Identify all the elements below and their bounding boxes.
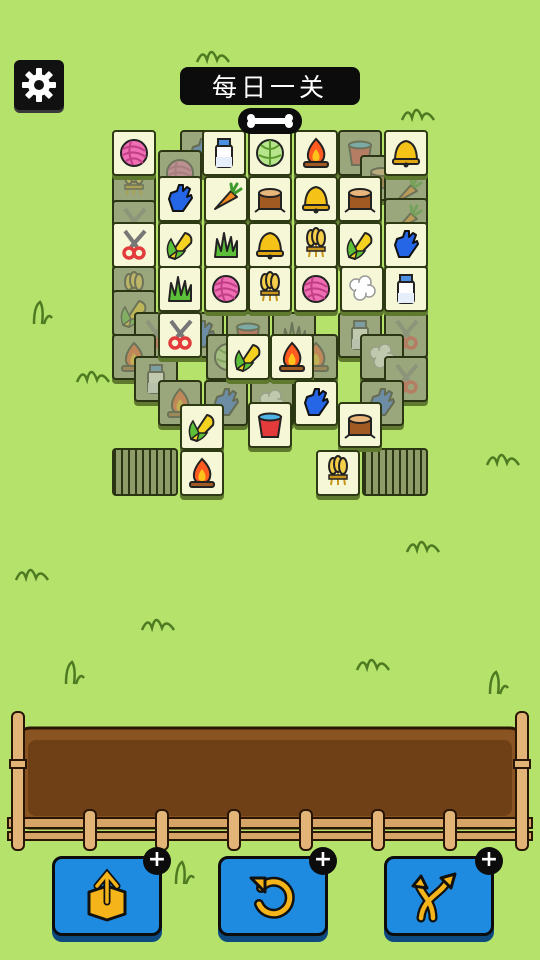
add-move-out-button[interactable]: + <box>143 847 171 875</box>
tile-bell[interactable] <box>294 176 338 222</box>
shears-icon <box>122 229 147 260</box>
wheat-icon <box>260 271 280 302</box>
move-out-button[interactable]: + <box>52 847 171 936</box>
stump-icon <box>344 414 376 439</box>
wheat-icon <box>328 455 348 486</box>
shuffle-button[interactable]: + <box>384 847 503 936</box>
tile-yarn[interactable] <box>204 266 248 312</box>
carrot-icon <box>214 182 243 210</box>
grass-decoration <box>140 618 176 632</box>
corn-icon <box>346 232 373 261</box>
tile-carrot[interactable] <box>204 176 248 222</box>
grass-decoration <box>64 660 86 685</box>
tile-milk[interactable] <box>202 130 246 176</box>
bucket-icon <box>257 412 283 438</box>
glove-icon <box>168 184 193 212</box>
grass-decoration <box>14 568 50 582</box>
add-shuffle-button[interactable]: + <box>475 847 503 875</box>
tile-wheat[interactable] <box>316 450 360 496</box>
shears-icon <box>168 319 193 350</box>
tile-corn[interactable] <box>180 404 224 450</box>
wool-icon <box>349 275 376 301</box>
wheat-icon <box>306 227 326 258</box>
grass-decoration <box>405 540 441 554</box>
campfire-icon <box>303 137 329 168</box>
stump-icon <box>344 188 376 213</box>
tile-yarn[interactable] <box>112 130 156 176</box>
grass-decoration <box>174 860 196 885</box>
right-tile-stack <box>362 448 428 496</box>
tile-stump[interactable] <box>338 176 382 222</box>
undo-button[interactable]: + <box>218 847 337 936</box>
left-tile-stack <box>112 448 178 496</box>
tile-bucket[interactable] <box>248 402 292 448</box>
milk-icon <box>397 274 415 304</box>
grass-icon <box>214 232 238 258</box>
yarn-icon <box>120 139 148 167</box>
bone-icon <box>247 114 293 128</box>
corn-icon <box>234 344 261 373</box>
tile-bell[interactable] <box>248 222 292 268</box>
fence <box>7 711 533 851</box>
grass-decoration <box>355 658 391 672</box>
tile-board <box>0 0 540 520</box>
shuffle-icon <box>411 872 457 923</box>
tile-cabbage[interactable] <box>248 130 292 176</box>
glove-icon <box>304 388 329 416</box>
cabbage-icon <box>256 139 284 167</box>
milk-icon <box>215 138 233 168</box>
tile-campfire[interactable] <box>270 334 314 380</box>
undo-icon <box>249 876 295 919</box>
stump-icon <box>254 188 286 213</box>
bell-icon <box>256 231 284 260</box>
tile-glove[interactable] <box>384 222 428 268</box>
box-out-icon <box>87 868 127 922</box>
progress-indicator <box>238 108 302 134</box>
tile-tray <box>0 700 540 860</box>
tile-wheat[interactable] <box>248 266 292 312</box>
tile-corn[interactable] <box>226 334 270 380</box>
tile-stump[interactable] <box>338 402 382 448</box>
bell-icon <box>302 185 330 214</box>
tile-wool[interactable] <box>340 266 384 312</box>
tile-shears[interactable] <box>158 312 202 358</box>
glove-icon <box>394 230 419 258</box>
campfire-icon <box>279 341 305 372</box>
tile-shears[interactable] <box>112 222 156 268</box>
bell-icon <box>392 139 420 168</box>
tile-grass[interactable] <box>158 266 202 312</box>
tile-milk[interactable] <box>384 266 428 312</box>
corn-icon <box>166 232 193 261</box>
tile-wheat[interactable] <box>294 222 338 268</box>
tile-glove[interactable] <box>294 380 338 426</box>
corn-icon <box>188 414 215 443</box>
tile-yarn[interactable] <box>294 266 338 312</box>
tile-grass[interactable] <box>204 222 248 268</box>
add-undo-button[interactable]: + <box>309 847 337 875</box>
tile-stump[interactable] <box>248 176 292 222</box>
tile-bell[interactable] <box>384 130 428 176</box>
grass-decoration <box>488 670 510 695</box>
yarn-icon <box>212 275 240 303</box>
yarn-icon <box>302 275 330 303</box>
grass-icon <box>168 276 192 302</box>
tile-campfire[interactable] <box>294 130 338 176</box>
tile-corn[interactable] <box>158 222 202 268</box>
tile-glove[interactable] <box>158 176 202 222</box>
tile-campfire[interactable] <box>180 450 224 496</box>
campfire-icon <box>189 457 215 488</box>
tile-corn[interactable] <box>338 222 382 268</box>
